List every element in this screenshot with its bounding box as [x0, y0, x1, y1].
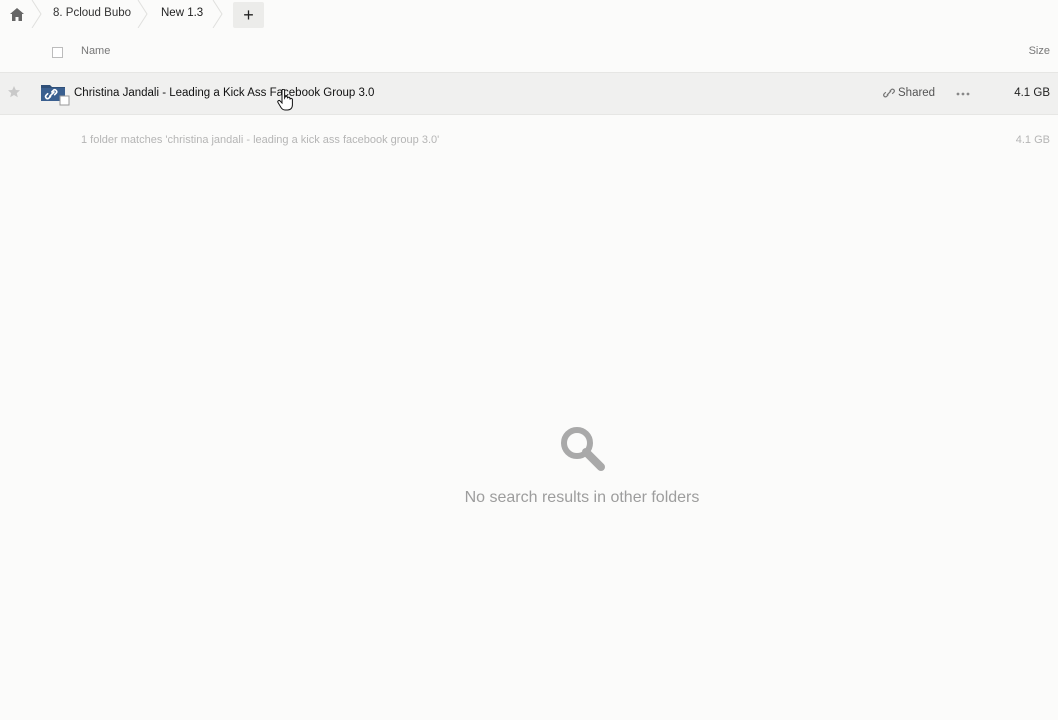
name-column-header[interactable]: Name [81, 45, 110, 57]
file-name[interactable]: Christina Jandali - Leading a Kick Ass F… [74, 87, 374, 99]
breadcrumb: 8. Pcloud Bubo New 1.3 + [0, 0, 1058, 28]
breadcrumb-separator [137, 0, 148, 28]
star-icon[interactable] [7, 85, 21, 99]
file-browser: 8. Pcloud Bubo New 1.3 + Name Size Chris… [0, 0, 1058, 720]
breadcrumb-item-new-1-3[interactable]: New 1.3 [161, 7, 203, 19]
search-summary-size: 4.1 GB [1015, 134, 1050, 146]
size-column-header[interactable]: Size [1029, 45, 1050, 57]
list-header: Name Size [0, 37, 1058, 72]
more-options-icon[interactable] [955, 87, 971, 101]
search-icon [561, 427, 605, 471]
select-all-checkbox[interactable] [52, 47, 63, 58]
add-button[interactable]: + [233, 2, 264, 28]
table-row[interactable]: Christina Jandali - Leading a Kick Ass F… [0, 73, 1058, 114]
search-summary: 1 folder matches 'christina jandali - le… [81, 134, 440, 146]
breadcrumb-separator [31, 0, 42, 28]
shared-link[interactable]: Shared [883, 87, 935, 99]
breadcrumb-item-pcloud-bubo[interactable]: 8. Pcloud Bubo [53, 7, 131, 19]
empty-state-message: No search results in other folders [464, 489, 700, 506]
breadcrumb-separator [212, 0, 223, 28]
file-size: 4.1 GB [1014, 87, 1050, 99]
divider [0, 114, 1058, 115]
plus-icon: + [243, 4, 254, 25]
home-icon[interactable] [0, 0, 34, 28]
link-icon [883, 88, 895, 98]
shared-label: Shared [898, 87, 936, 99]
shared-folder-icon [41, 85, 70, 106]
